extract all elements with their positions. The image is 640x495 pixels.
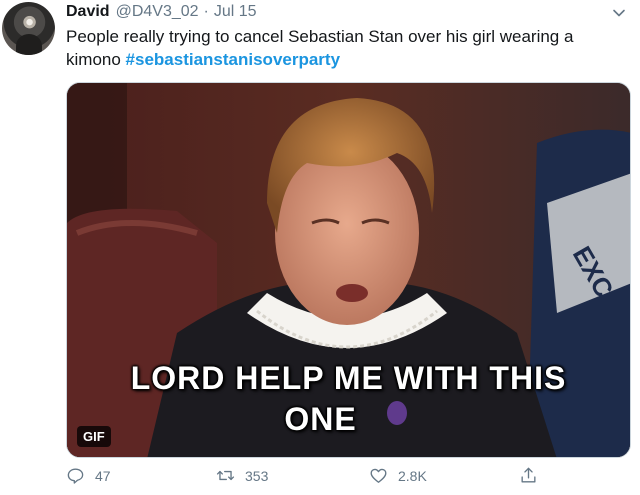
avatar[interactable] <box>2 2 55 55</box>
tweet-header: David @D4V3_02 · Jul 15 <box>66 3 610 25</box>
reply-button[interactable]: 47 <box>66 466 111 485</box>
retweet-button[interactable]: 353 <box>216 466 268 485</box>
author-name[interactable]: David <box>66 3 110 21</box>
gif-badge: GIF <box>77 426 111 447</box>
gif-caption-line1: LORD HELP ME WITH THIS <box>130 360 567 396</box>
tweet-body: People really trying to cancel Sebastian… <box>66 25 626 71</box>
author-handle[interactable]: @D4V3_02 <box>116 3 199 21</box>
like-button[interactable]: 2.8K <box>369 466 427 485</box>
separator-dot: · <box>203 3 209 20</box>
chevron-down-icon[interactable] <box>612 6 626 20</box>
gif-caption-line2: ONE <box>284 401 357 437</box>
retweet-icon <box>216 470 235 481</box>
tweet-date[interactable]: Jul 15 <box>214 3 257 21</box>
gif-media[interactable]: EXC LORD HELP ME WITH THIS ONE GIF <box>66 82 631 458</box>
reply-icon <box>67 468 84 484</box>
retweet-count: 353 <box>245 467 269 484</box>
share-button[interactable] <box>519 466 548 485</box>
share-icon <box>521 467 536 483</box>
like-count: 2.8K <box>398 467 427 484</box>
hashtag-link[interactable]: #sebastianstanisoverparty <box>126 50 341 69</box>
tweet-actions: 47 353 2.8K <box>66 466 546 494</box>
reply-count: 47 <box>95 467 111 484</box>
like-icon <box>370 468 387 483</box>
